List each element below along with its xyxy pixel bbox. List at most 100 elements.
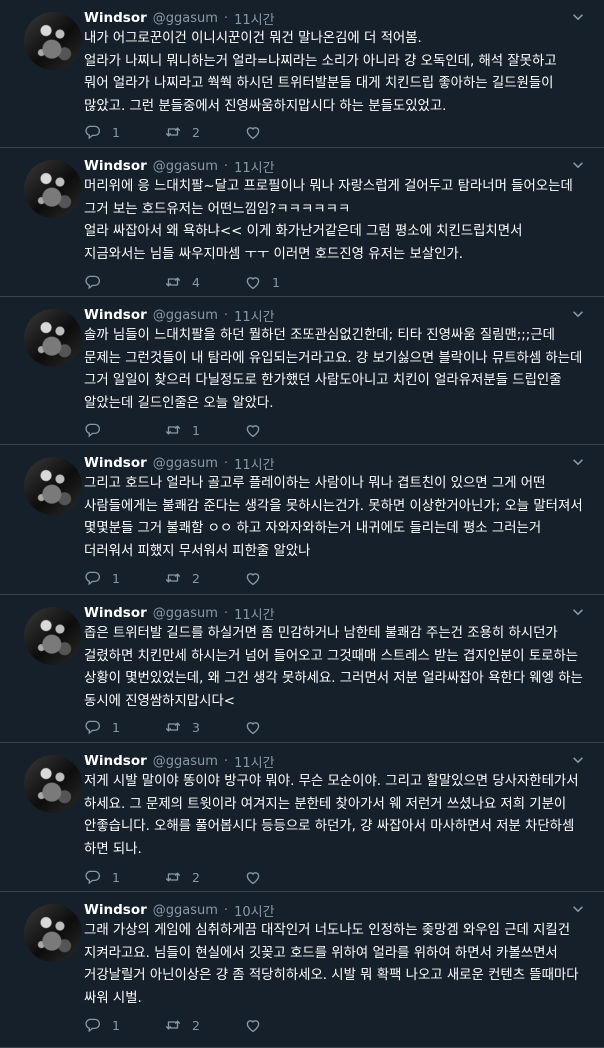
user-handle[interactable]: @ggasum xyxy=(153,159,218,174)
reply-icon xyxy=(84,868,112,886)
avatar[interactable] xyxy=(24,607,82,665)
reply-count: 1 xyxy=(112,124,120,140)
retweet-icon xyxy=(164,868,192,886)
tweet-header: Windsor @ggasum · 11시간 xyxy=(84,305,584,325)
tweet-text-line: 얼라가 나찌니 뭐니하는거 얼라=나찌라는 소리가 아니라 걍 오독인데, 해석… xyxy=(84,53,557,114)
reply-icon xyxy=(84,273,112,291)
tweet-text: 좁은 트위터발 길드를 하실거면 좀 민감하거나 남한테 불쾌감 주는건 조용히… xyxy=(84,623,584,713)
retweet-count: 2 xyxy=(192,869,200,885)
reply-button[interactable]: 1 xyxy=(84,1016,164,1034)
chevron-down-icon[interactable] xyxy=(570,753,586,767)
avatar[interactable] xyxy=(24,309,82,367)
separator-dot: · xyxy=(223,753,229,769)
tweet-actions: 1 2 xyxy=(84,867,324,887)
like-button[interactable]: 1 xyxy=(244,273,324,291)
display-name[interactable]: Windsor xyxy=(84,158,147,174)
reply-button[interactable] xyxy=(84,421,164,439)
timestamp[interactable]: 11시간 xyxy=(234,306,274,325)
tweet-text: 그리고 호드나 얼라나 골고루 플레이하는 사람이나 뭐나 겹트친이 있으면 그… xyxy=(84,473,584,563)
avatar[interactable] xyxy=(24,904,82,962)
reply-button[interactable]: 1 xyxy=(84,718,164,736)
separator-dot: · xyxy=(223,902,229,918)
timestamp[interactable]: 10시간 xyxy=(234,901,274,920)
avatar[interactable] xyxy=(24,12,82,70)
tweet-actions: 1 2 xyxy=(84,1015,324,1035)
tweet-text: 솔까 님들이 느대치팔을 하던 뭘하던 조또관심없긴한데; 티타 진영싸움 질림… xyxy=(84,325,584,415)
user-handle[interactable]: @ggasum xyxy=(153,903,218,918)
chevron-down-icon[interactable] xyxy=(570,307,586,321)
reply-icon xyxy=(84,1016,112,1034)
tweet-text: 그래 가상의 게임에 심취하게끔 대작인거 너도나도 인정하는 좆망겜 와우임 … xyxy=(84,920,584,1010)
user-handle[interactable]: @ggasum xyxy=(153,456,218,471)
user-handle[interactable]: @ggasum xyxy=(153,606,218,621)
tweet[interactable]: Windsor @ggasum · 11시간 저게 시발 말이야 똥이야 방구야… xyxy=(0,743,604,892)
tweet[interactable]: Windsor @ggasum · 11시간 내가 어그로꾼이건 이니시꾼이건 … xyxy=(0,0,604,148)
tweet-text-line: 좁은 트위터발 길드를 하실거면 좀 민감하거나 남한테 불쾌감 주는건 조용히… xyxy=(84,626,583,709)
tweet[interactable]: Windsor @ggasum · 11시간 좁은 트위터발 길드를 하실거면 … xyxy=(0,595,604,743)
tweet-actions: 4 1 xyxy=(84,272,324,292)
like-button[interactable] xyxy=(244,718,324,736)
timestamp[interactable]: 11시간 xyxy=(234,157,274,176)
tweet-header: Windsor @ggasum · 11시간 xyxy=(84,156,584,176)
reply-icon xyxy=(84,421,112,439)
like-button[interactable] xyxy=(244,1016,324,1034)
user-handle[interactable]: @ggasum xyxy=(153,11,218,26)
reply-count: 1 xyxy=(112,1017,120,1033)
timestamp[interactable]: 11시간 xyxy=(234,752,274,771)
display-name[interactable]: Windsor xyxy=(84,10,147,26)
tweet-header: Windsor @ggasum · 11시간 xyxy=(84,751,584,771)
avatar[interactable] xyxy=(24,755,82,813)
retweet-count: 2 xyxy=(192,570,200,586)
heart-icon xyxy=(244,868,272,886)
tweet[interactable]: Windsor @ggasum · 10시간 그래 가상의 게임에 심취하게끔 … xyxy=(0,892,604,1048)
retweet-icon xyxy=(164,421,192,439)
heart-icon xyxy=(244,273,272,291)
tweet[interactable]: Windsor @ggasum · 11시간 그리고 호드나 얼라나 골고루 플… xyxy=(0,445,604,595)
chevron-down-icon[interactable] xyxy=(570,605,586,619)
tweet-text-line: 그리고 호드나 얼라나 골고루 플레이하는 사람이나 뭐나 겹트친이 있으면 그… xyxy=(84,476,583,559)
reply-button[interactable] xyxy=(84,273,164,291)
chevron-down-icon[interactable] xyxy=(570,902,586,916)
tweet[interactable]: Windsor @ggasum · 11시간 머리위에 응 느대치팔~달고 프로… xyxy=(0,148,604,297)
reply-count: 1 xyxy=(112,719,120,735)
tweet-header: Windsor @ggasum · 11시간 xyxy=(84,8,584,28)
tweet-text: 저게 시발 말이야 똥이야 방구야 뭐야. 무슨 모순이야. 그리고 할말있으면… xyxy=(84,771,584,861)
reply-icon xyxy=(84,123,112,141)
retweet-button[interactable]: 2 xyxy=(164,569,244,587)
retweet-button[interactable]: 1 xyxy=(164,421,244,439)
reply-button[interactable]: 1 xyxy=(84,123,164,141)
user-handle[interactable]: @ggasum xyxy=(153,308,218,323)
retweet-button[interactable]: 4 xyxy=(164,273,244,291)
avatar[interactable] xyxy=(24,160,82,218)
chevron-down-icon[interactable] xyxy=(570,455,586,469)
timestamp[interactable]: 11시간 xyxy=(234,454,274,473)
tweet-text-line: 내가 어그로꾼이건 이니시꾼이건 뭐건 말나온김에 더 적어봄. xyxy=(84,31,422,46)
retweet-count: 2 xyxy=(192,124,200,140)
timestamp[interactable]: 11시간 xyxy=(234,604,274,623)
retweet-button[interactable]: 2 xyxy=(164,123,244,141)
separator-dot: · xyxy=(223,307,229,323)
display-name[interactable]: Windsor xyxy=(84,902,147,918)
avatar[interactable] xyxy=(24,457,82,515)
chevron-down-icon[interactable] xyxy=(570,158,586,172)
user-handle[interactable]: @ggasum xyxy=(153,754,218,769)
retweet-button[interactable]: 2 xyxy=(164,868,244,886)
reply-button[interactable]: 1 xyxy=(84,868,164,886)
like-button[interactable] xyxy=(244,569,324,587)
like-button[interactable] xyxy=(244,421,324,439)
like-button[interactable] xyxy=(244,868,324,886)
display-name[interactable]: Windsor xyxy=(84,455,147,471)
display-name[interactable]: Windsor xyxy=(84,307,147,323)
retweet-icon xyxy=(164,123,192,141)
display-name[interactable]: Windsor xyxy=(84,753,147,769)
reply-button[interactable]: 1 xyxy=(84,569,164,587)
display-name[interactable]: Windsor xyxy=(84,605,147,621)
tweet[interactable]: Windsor @ggasum · 11시간 솔까 님들이 느대치팔을 하던 뭘… xyxy=(0,297,604,445)
timestamp[interactable]: 11시간 xyxy=(234,9,274,28)
retweet-button[interactable]: 3 xyxy=(164,718,244,736)
chevron-down-icon[interactable] xyxy=(570,10,586,24)
retweet-icon xyxy=(164,569,192,587)
reply-icon xyxy=(84,569,112,587)
like-button[interactable] xyxy=(244,123,324,141)
retweet-button[interactable]: 2 xyxy=(164,1016,244,1034)
